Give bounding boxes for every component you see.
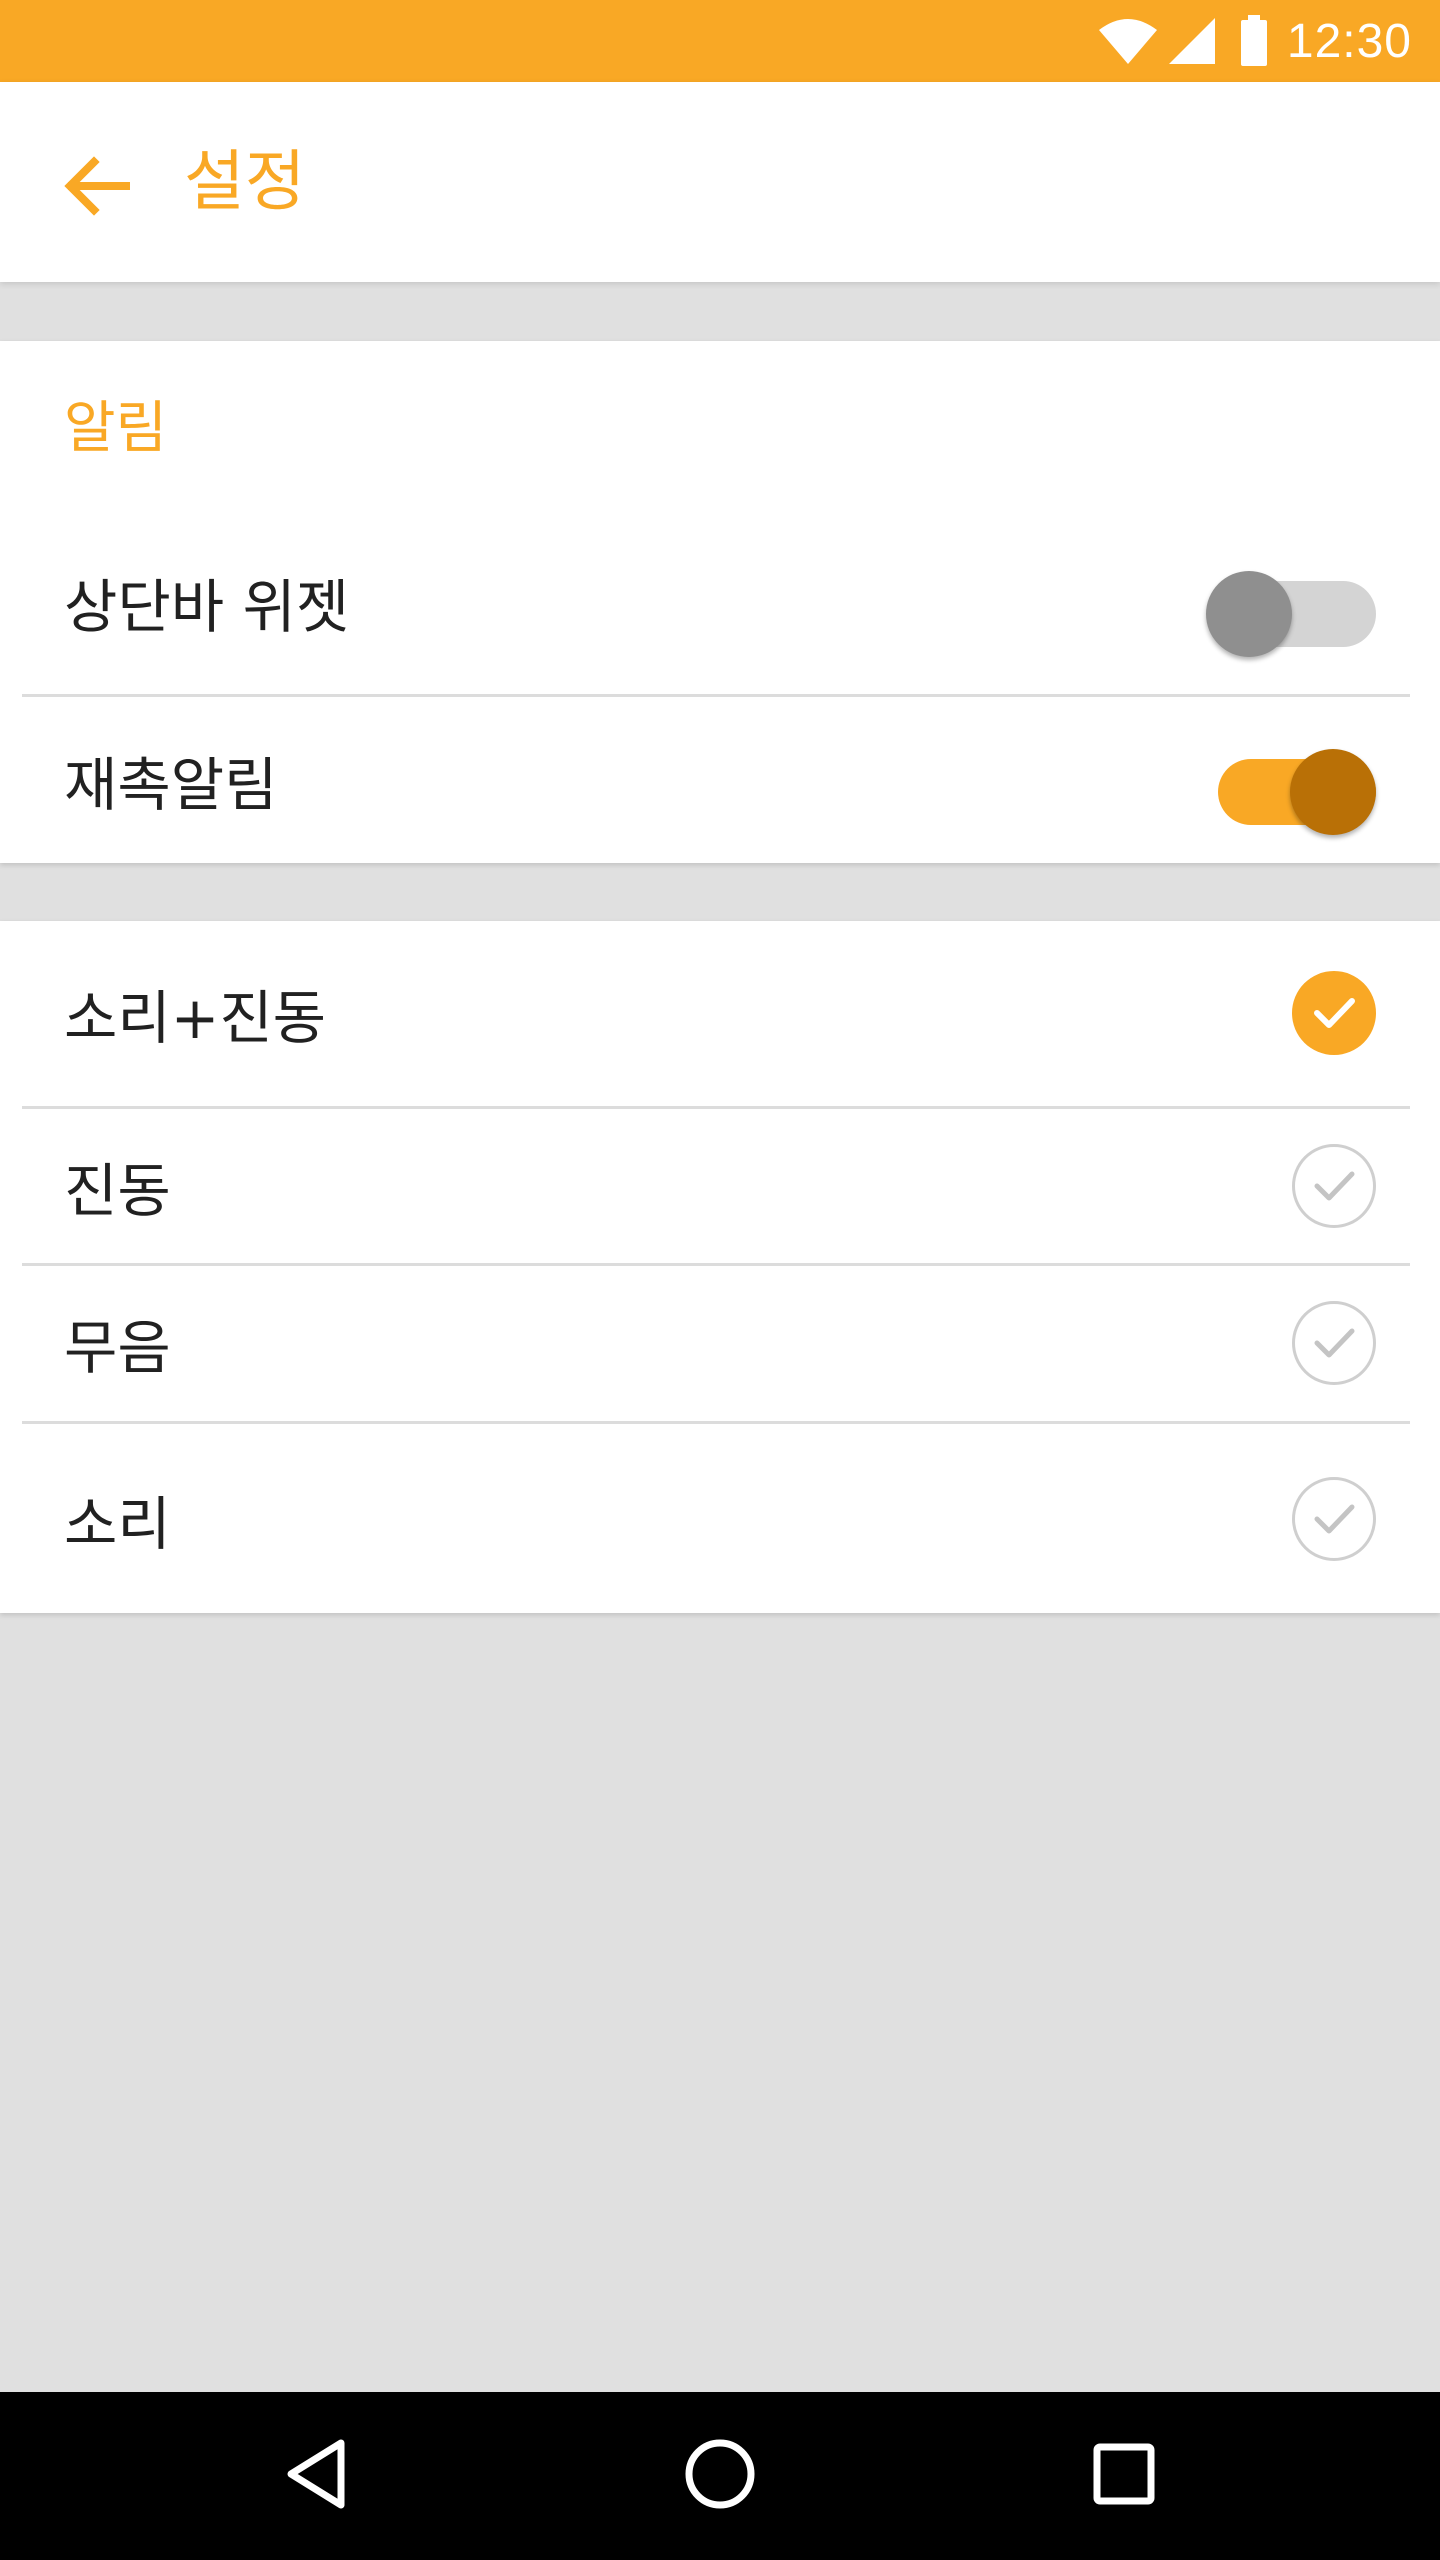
mode-option-sound[interactable]: 소리: [0, 1424, 1440, 1613]
setting-row-top-bar-widget[interactable]: 상단바 위젯: [0, 516, 1440, 688]
recents-square-icon: [1092, 2442, 1156, 2510]
signal-icon: [1167, 16, 1217, 66]
status-bar: 12:30: [0, 0, 1440, 82]
check-circle-icon[interactable]: [1292, 1144, 1376, 1228]
notification-settings-card: 알림 상단바 위젯 재촉알림: [0, 341, 1440, 863]
back-button[interactable]: [48, 140, 144, 236]
nav-back-button[interactable]: [266, 2426, 366, 2526]
status-icons: 12:30: [1097, 0, 1412, 82]
check-circle-icon[interactable]: [1292, 1476, 1376, 1561]
section-header-notification: 알림: [64, 396, 168, 461]
wifi-icon: [1097, 16, 1159, 66]
back-triangle-icon: [281, 2437, 351, 2515]
setting-row-reminder[interactable]: 재촉알림: [0, 697, 1440, 863]
arrow-left-icon: [60, 150, 132, 226]
option-label: 무음: [64, 1314, 171, 1382]
mode-option-silent[interactable]: 무음: [0, 1266, 1440, 1420]
toggle-thumb: [1206, 571, 1292, 657]
option-label: 진동: [64, 1157, 171, 1225]
page-title: 설정: [184, 143, 306, 220]
check-circle-icon[interactable]: [1292, 971, 1376, 1055]
option-label: 소리: [64, 1489, 171, 1558]
status-time: 12:30: [1286, 14, 1412, 68]
battery-icon: [1239, 15, 1269, 67]
check-circle-icon[interactable]: [1292, 1301, 1376, 1385]
alert-mode-card: 소리+진동 진동 무음 소리: [0, 921, 1440, 1613]
mode-option-vibrate[interactable]: 진동: [0, 1109, 1440, 1263]
setting-label: 상단바 위젯: [64, 573, 350, 641]
nav-home-button[interactable]: [670, 2426, 770, 2526]
reminder-toggle[interactable]: [1206, 737, 1376, 835]
toggle-thumb: [1290, 749, 1376, 835]
top-bar-widget-toggle[interactable]: [1206, 559, 1376, 657]
option-label: 소리+진동: [64, 984, 327, 1052]
app-bar: 설정: [0, 82, 1440, 282]
home-circle-icon: [683, 2437, 757, 2515]
navigation-bar: [0, 2392, 1440, 2560]
nav-recents-button[interactable]: [1074, 2426, 1174, 2526]
setting-label: 재촉알림: [64, 751, 278, 819]
mode-option-sound-vibrate[interactable]: 소리+진동: [0, 921, 1440, 1105]
